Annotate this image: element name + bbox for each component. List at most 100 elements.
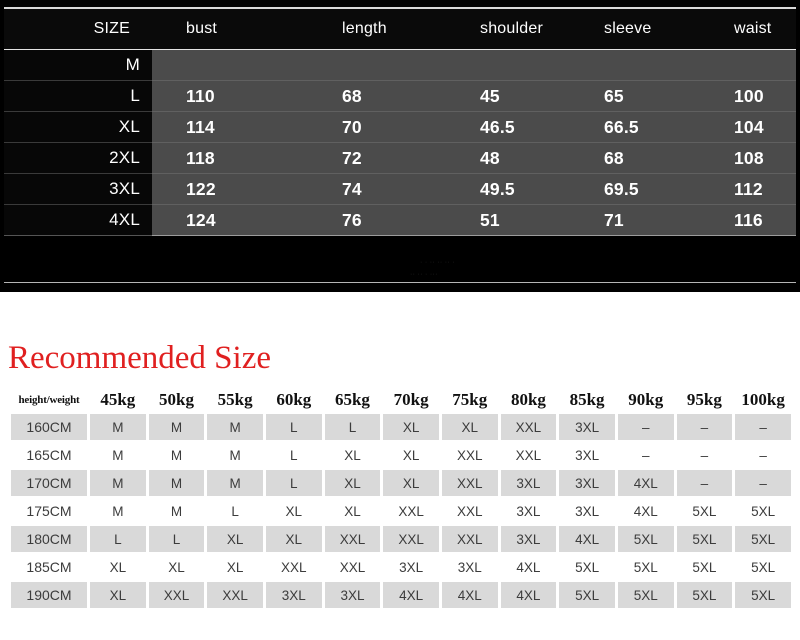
cell-shoulder: 45	[446, 80, 570, 112]
table-row: 180CM L L XL XL XXL XXL XXL 3XL 4XL 5XL …	[11, 526, 791, 552]
header-cell-65kg: 65kg	[334, 390, 370, 409]
header-cell-shoulder: shoulder	[446, 9, 570, 50]
cell-size: XXL	[500, 414, 557, 440]
header-cell-height-weight: height/weight	[18, 394, 80, 406]
cell-size: L	[265, 414, 322, 440]
cell-size: 4XL	[617, 470, 674, 496]
cell-size: XXL	[500, 442, 557, 468]
cell-shoulder: 49.5	[446, 173, 570, 205]
header-cell-85kg: 85kg	[569, 390, 605, 409]
cell-size: 5XL	[676, 554, 733, 580]
cell-size: 2XL	[4, 142, 152, 174]
recommended-size-table-body: height/weight 45kg 50kg 55kg 60kg 65kg 7…	[11, 388, 791, 608]
compression-artifact: ·· ·· · ···	[410, 271, 438, 278]
cell-size: L	[265, 470, 322, 496]
cell-size: 3XL	[383, 554, 439, 580]
header-cell-75kg: 75kg	[452, 390, 488, 409]
table-row: 2XL 118 72 48 68 108	[4, 142, 796, 174]
cell-size: –	[735, 470, 791, 496]
cell-size: L	[148, 526, 205, 552]
cell-size: XXL	[441, 442, 498, 468]
cell-size: L	[324, 414, 381, 440]
cell-size: M	[90, 414, 146, 440]
header-cell-50kg: 50kg	[159, 390, 194, 409]
cell-size: 3XL	[559, 498, 615, 524]
cell-length: 70	[308, 111, 446, 143]
cell-size: XL	[90, 582, 146, 608]
cell-size: 5XL	[559, 554, 615, 580]
cell-sleeve: 68	[570, 142, 700, 174]
cell-size: M	[90, 498, 146, 524]
cell-size: 3XL	[4, 173, 152, 205]
cell-size: M	[207, 414, 263, 440]
cell-size: M	[148, 470, 205, 496]
cell-length: 76	[308, 204, 446, 236]
cell-size: 3XL	[265, 582, 322, 608]
cell-size: XL	[383, 442, 439, 468]
cell-size: XXL	[265, 554, 322, 580]
cell-size: XL	[324, 470, 381, 496]
cell-size: 3XL	[441, 554, 498, 580]
cell-size: L	[207, 498, 263, 524]
cell-size: M	[4, 49, 152, 81]
cell-size: XXL	[324, 526, 381, 552]
header-cell-45kg: 45kg	[100, 390, 136, 409]
table-row: 4XL 124 76 51 71 116	[4, 204, 796, 236]
cell-size: 5XL	[617, 582, 674, 608]
cell-size: XL	[324, 442, 381, 468]
cell-size: 4XL	[500, 554, 557, 580]
cell-length: 72	[308, 142, 446, 174]
cell-size: XL	[207, 554, 263, 580]
cell-sleeve: 69.5	[570, 173, 700, 205]
cell-size: 5XL	[676, 498, 733, 524]
cell-size: 4XL	[559, 526, 615, 552]
cell-size: XL	[4, 111, 152, 143]
cell-size: 3XL	[500, 526, 557, 552]
recommended-header-row: height/weight 45kg 50kg 55kg 60kg 65kg 7…	[11, 388, 791, 412]
measurement-table-body: SIZE bust length shoulder sleeve waist M…	[4, 9, 796, 236]
cell-size: 5XL	[735, 526, 791, 552]
cell-size: XXL	[383, 498, 439, 524]
cell-bust: 118	[152, 142, 308, 174]
cell-size: 5XL	[676, 526, 733, 552]
cell-size: XXL	[441, 526, 498, 552]
header-cell-70kg: 70kg	[393, 390, 429, 409]
cell-sleeve	[570, 49, 700, 81]
cell-shoulder: 51	[446, 204, 570, 236]
measurement-table: SIZE bust length shoulder sleeve waist M…	[4, 9, 796, 236]
cell-size: XL	[383, 470, 439, 496]
cell-height: 175CM	[11, 498, 87, 524]
panel-bottom-rule	[4, 282, 796, 283]
cell-waist: 104	[700, 111, 796, 143]
cell-sleeve: 71	[570, 204, 700, 236]
header-cell-waist: waist	[700, 9, 796, 50]
cell-shoulder: 46.5	[446, 111, 570, 143]
header-cell-55kg: 55kg	[217, 390, 253, 409]
cell-size: 4XL	[500, 582, 557, 608]
cell-size: –	[617, 414, 674, 440]
cell-size: –	[676, 470, 733, 496]
cell-size: XL	[383, 414, 439, 440]
cell-size: 3XL	[559, 442, 615, 468]
recommended-size-table: height/weight 45kg 50kg 55kg 60kg 65kg 7…	[8, 386, 794, 610]
cell-waist: 100	[700, 80, 796, 112]
cell-size: M	[90, 442, 146, 468]
table-row: 190CM XL XXL XXL 3XL 3XL 4XL 4XL 4XL 5XL…	[11, 582, 791, 608]
measurement-table-header-row: SIZE bust length shoulder sleeve waist	[4, 9, 796, 50]
cell-size: 3XL	[559, 470, 615, 496]
header-cell-80kg: 80kg	[510, 390, 546, 409]
cell-height: 185CM	[11, 554, 87, 580]
cell-size: 3XL	[559, 414, 615, 440]
cell-height: 165CM	[11, 442, 87, 468]
cell-size: –	[617, 442, 674, 468]
cell-size: M	[207, 442, 263, 468]
cell-height: 170CM	[11, 470, 87, 496]
cell-size: –	[676, 414, 733, 440]
cell-sleeve: 66.5	[570, 111, 700, 143]
cell-size: 5XL	[735, 582, 791, 608]
cell-size: M	[148, 414, 205, 440]
cell-size: 4XL	[383, 582, 439, 608]
cell-size: 3XL	[324, 582, 381, 608]
cell-size: XL	[324, 498, 381, 524]
table-row: L 110 68 45 65 100	[4, 80, 796, 112]
